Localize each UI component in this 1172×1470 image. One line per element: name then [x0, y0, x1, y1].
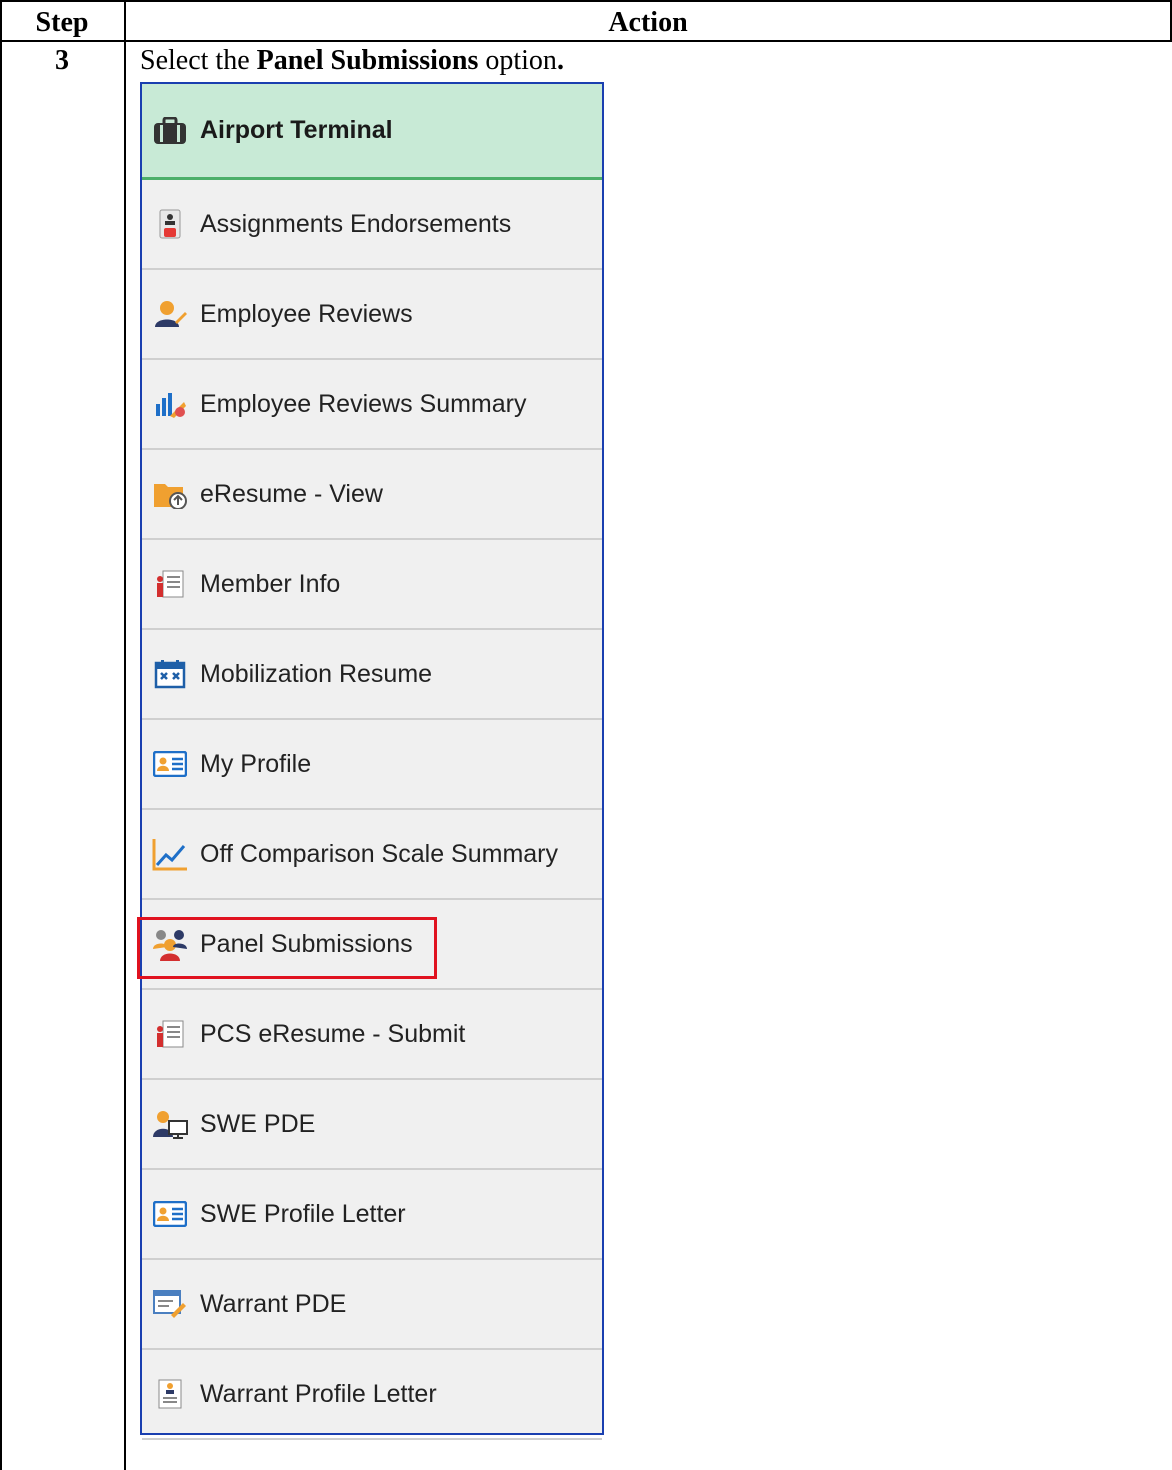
- step-number: 3: [55, 45, 69, 76]
- menu-item-swe-pde[interactable]: SWE PDE: [142, 1080, 602, 1170]
- profile-letter-icon: [152, 1376, 188, 1412]
- step-instruction: Select the Panel Submissions option.: [140, 45, 564, 76]
- menu-item-label: Warrant Profile Letter: [200, 1379, 437, 1408]
- menu-item-label: Assignments Endorsements: [200, 209, 512, 238]
- menu-item-swe-profile-letter[interactable]: SWE Profile Letter: [142, 1170, 602, 1260]
- menu-item-member-info[interactable]: Member Info: [142, 540, 602, 630]
- table-top-border: [0, 0, 1172, 2]
- menu-item-label: Off Comparison Scale Summary: [200, 839, 558, 868]
- table-left-border: [0, 0, 2, 1470]
- menu-item-label: Member Info: [200, 569, 341, 598]
- table-column-divider: [124, 0, 126, 1470]
- menu-item-assignments-endorsements[interactable]: Assignments Endorsements: [142, 180, 602, 270]
- profile-card-icon: [152, 746, 188, 782]
- menu-item-label: Employee Reviews Summary: [200, 389, 527, 418]
- member-list-icon: [152, 1016, 188, 1052]
- menu-item-label: eResume - View: [200, 479, 383, 508]
- assignments-icon: [152, 206, 188, 242]
- table-header-divider: [0, 40, 1172, 42]
- highlight-box: [137, 917, 437, 979]
- menu-item-warrant-pde[interactable]: Warrant PDE: [142, 1260, 602, 1350]
- line-chart-icon: [152, 836, 188, 872]
- menu-item-label: PCS eResume - Submit: [200, 1019, 466, 1048]
- calendar-icon: [152, 656, 188, 692]
- menu-item-label: Warrant PDE: [200, 1289, 347, 1318]
- menu-header[interactable]: Airport Terminal: [142, 84, 602, 180]
- menu-header-label: Airport Terminal: [200, 116, 393, 144]
- instruction-target: Panel Submissions: [256, 45, 479, 76]
- folder-upload-icon: [152, 476, 188, 512]
- menu-item-pcs-eresume-submit[interactable]: PCS eResume - Submit: [142, 990, 602, 1080]
- user-computer-icon: [152, 1106, 188, 1142]
- profile-card-icon: [152, 1196, 188, 1232]
- bar-chart-icon: [152, 386, 188, 422]
- menu-item-label: SWE Profile Letter: [200, 1199, 406, 1228]
- user-edit-icon: [152, 296, 188, 332]
- menu-item-my-profile[interactable]: My Profile: [142, 720, 602, 810]
- menu-item-label: SWE PDE: [200, 1109, 316, 1138]
- menu-item-employee-reviews[interactable]: Employee Reviews: [142, 270, 602, 360]
- menu-item-off-comparison-scale-summary[interactable]: Off Comparison Scale Summary: [142, 810, 602, 900]
- menu-item-label: Mobilization Resume: [200, 659, 433, 688]
- menu-item-employee-reviews-summary[interactable]: Employee Reviews Summary: [142, 360, 602, 450]
- document-edit-icon: [152, 1286, 188, 1322]
- menu-item-label: Employee Reviews: [200, 299, 413, 328]
- navigation-menu: Airport Terminal Assignments Endorsement…: [140, 82, 604, 1440]
- menu-item-mobilization-resume[interactable]: Mobilization Resume: [142, 630, 602, 720]
- menu-item-warrant-profile-letter[interactable]: Warrant Profile Letter: [142, 1350, 602, 1440]
- briefcase-icon: [152, 113, 188, 149]
- menu-item-eresume-view[interactable]: eResume - View: [142, 450, 602, 540]
- action-column-header: Action: [608, 7, 688, 38]
- menu-item-label: My Profile: [200, 749, 312, 778]
- member-list-icon: [152, 566, 188, 602]
- step-column-header: Step: [35, 7, 89, 38]
